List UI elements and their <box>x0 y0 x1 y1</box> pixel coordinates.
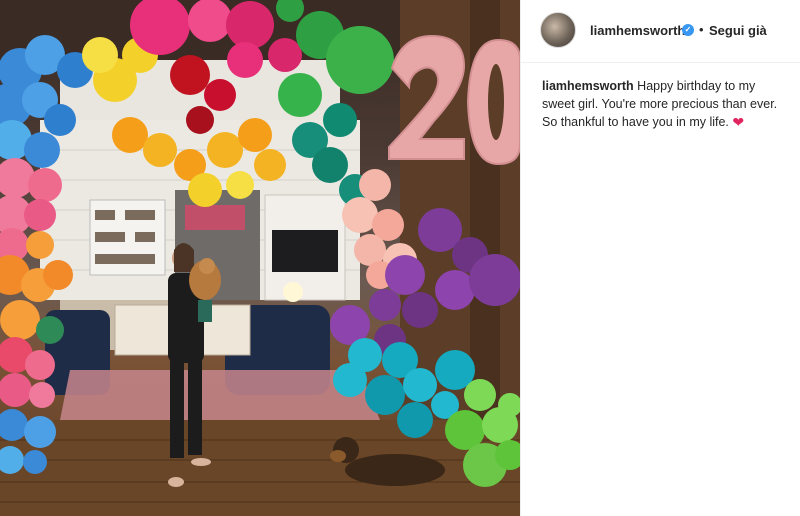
post-photo[interactable] <box>0 0 520 516</box>
post-caption: liamhemsworth Happy birthday to my sweet… <box>542 77 790 131</box>
post-sidebar: liamhemsworth ✓ • Segui già liamhemswort… <box>520 0 800 516</box>
heart-icon: ❤ <box>732 114 745 130</box>
photo-scene <box>0 0 520 516</box>
avatar[interactable] <box>540 12 576 48</box>
separator-dot: • <box>699 22 704 37</box>
verified-badge-icon: ✓ <box>682 24 694 36</box>
username-link[interactable]: liamhemsworth <box>590 24 685 38</box>
post-header: liamhemsworth ✓ • Segui già <box>521 0 800 63</box>
following-button[interactable]: Segui già <box>709 24 767 38</box>
caption-username-link[interactable]: liamhemsworth <box>542 79 634 93</box>
